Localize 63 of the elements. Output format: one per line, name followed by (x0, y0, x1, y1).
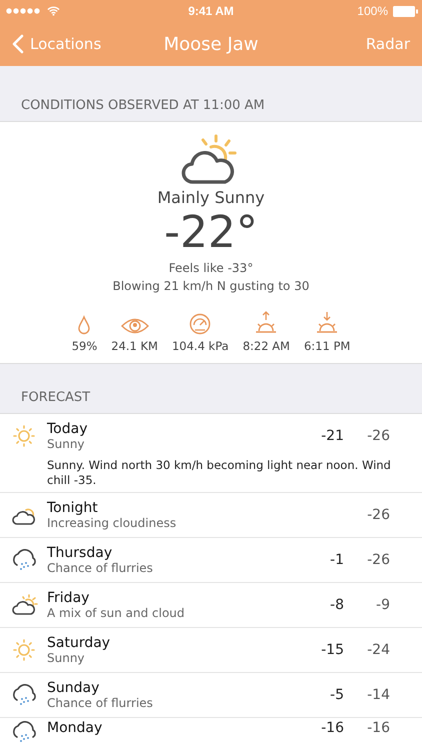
forecast-summary: Sunny (47, 437, 86, 451)
cloud-snow-icon (12, 548, 38, 572)
forecast-day: Tonight (47, 500, 294, 516)
forecast-day: Friday (47, 590, 294, 606)
sunrise-icon (254, 311, 278, 335)
forecast-summary: Sunny (47, 651, 86, 665)
condition-summary: Mainly Sunny (157, 188, 265, 207)
high-temperature: -21 (320, 428, 344, 444)
sunset-icon (315, 311, 340, 335)
forecast-row[interactable]: Tonight Increasing cloudiness -26 (0, 493, 422, 538)
chevron-left-icon (12, 34, 24, 54)
high-temperature: -5 (329, 687, 344, 703)
wind-text: Blowing 21 km/h N gusting to 30 (112, 278, 310, 295)
drop-icon (77, 315, 92, 335)
forecast-row[interactable]: Friday A mix of sun and cloud -8 -9 (0, 583, 422, 628)
forecast-day: Thursday (47, 545, 294, 561)
forecast-summary: A mix of sun and cloud (47, 606, 186, 620)
forecast-row[interactable]: Today Sunny -21 -26 Sunny. Wind north 30 km/h becoming light near noon. Wind chill -35. (0, 414, 422, 493)
forecast-row[interactable]: Monday -16 -16 (0, 718, 422, 750)
forecast-day: Sunday (47, 680, 294, 696)
current-temperature: -22° (164, 207, 258, 259)
signal-icon (6, 8, 42, 14)
detail-value: 8:22 AM (242, 339, 290, 353)
forecast-row[interactable]: Thursday Chance of flurries -1 -26 (0, 538, 422, 583)
status-time: 9:41 AM (187, 4, 235, 18)
section-header: FORECAST (21, 390, 90, 405)
sun-icon (12, 638, 36, 662)
eye-icon (120, 317, 150, 335)
nav-title: Moose Jaw (164, 34, 258, 54)
cloud-snow-icon (12, 720, 38, 744)
detail-value: 59% (72, 339, 98, 353)
forecast-day: Saturday (47, 635, 294, 651)
forecast-summary: Chance of flurries (47, 696, 154, 710)
low-temperature: -9 (375, 597, 390, 613)
detail-value: 6:11 PM (304, 339, 350, 353)
low-temperature: -24 (366, 642, 390, 658)
low-temperature: -16 (366, 720, 390, 736)
forecast-day: Monday (47, 720, 294, 736)
feels-like: Feels like -33° (168, 260, 254, 277)
forecast-summary: Chance of flurries (47, 561, 154, 575)
detail-value: 24.1 KM (111, 339, 158, 353)
forecast-row[interactable]: Saturday Sunny -15 -24 (0, 628, 422, 673)
cloud-snow-icon (12, 683, 38, 707)
low-temperature: -26 (366, 428, 390, 444)
sun-icon (12, 424, 36, 448)
detail-value: 104.4 kPa (172, 339, 229, 353)
high-temperature: -1 (329, 552, 344, 568)
high-temperature: -15 (320, 642, 344, 658)
forecast-row[interactable]: Sunday Chance of flurries -5 -14 (0, 673, 422, 718)
forecast-day: Today (47, 421, 294, 437)
battery-icon (393, 6, 418, 16)
cloud-sun-icon (12, 594, 38, 616)
low-temperature: -14 (366, 687, 390, 703)
forecast-details: Sunny. Wind north 30 km/h becoming light near noon. Wind chill -35. (46, 458, 392, 489)
battery-percent: 100% (357, 4, 388, 18)
forecast-summary: Increasing cloudiness (47, 516, 178, 530)
section-header: CONDITIONS OBSERVED AT 11:00 AM (21, 98, 265, 113)
low-temperature: -26 (366, 507, 390, 523)
wifi-icon (47, 6, 60, 16)
high-temperature: -16 (320, 720, 344, 736)
high-temperature: -8 (329, 597, 344, 613)
gauge-icon (189, 313, 212, 335)
low-temperature: -26 (366, 552, 390, 568)
